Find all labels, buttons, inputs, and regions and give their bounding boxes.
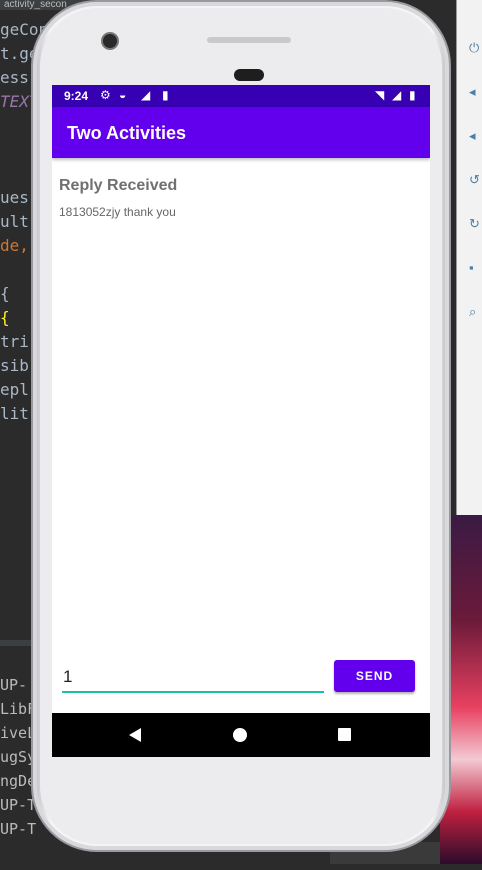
reply-header: Reply Received xyxy=(59,177,178,194)
send-button[interactable]: SEND xyxy=(334,660,415,692)
proximity-sensor xyxy=(234,69,264,81)
rotate-left-icon[interactable]: ↺ xyxy=(469,173,481,186)
emulator-toolbar: ⏻ ◂ ◂ ↺ ↻ ▪ ⌕ xyxy=(456,0,482,515)
status-time: 9:24 xyxy=(64,89,89,103)
volume-down-icon[interactable]: ◂ xyxy=(469,129,481,142)
app-bar: Two Activities xyxy=(52,107,430,158)
status-bar: 9:24 ⚙ ◒ ◢ ▮ ◥ ◢ ▮ xyxy=(52,85,430,107)
back-icon[interactable] xyxy=(129,728,141,742)
message-input[interactable] xyxy=(62,663,324,693)
cell-signal-icon: ◢ xyxy=(392,88,402,102)
signal-icon: ◢ xyxy=(141,88,151,102)
device-screen: 9:24 ⚙ ◒ ◢ ▮ ◥ ◢ ▮ Two Activities Reply … xyxy=(52,85,430,757)
reply-message: 1813052zjy thank you xyxy=(59,205,176,219)
wifi-icon: ◥ xyxy=(375,88,385,102)
earpiece-speaker xyxy=(207,37,291,43)
zoom-icon[interactable]: ⌕ xyxy=(469,305,481,318)
app-title: Two Activities xyxy=(67,123,187,143)
sd-card-icon: ▮ xyxy=(162,88,169,102)
camera-icon[interactable]: ▪ xyxy=(469,261,481,274)
volume-up-icon[interactable]: ◂ xyxy=(469,85,481,98)
home-icon[interactable] xyxy=(233,728,247,742)
battery-icon: ▮ xyxy=(409,88,416,102)
power-icon[interactable]: ⏻ xyxy=(469,41,481,54)
wifi-off-icon: ◒ xyxy=(119,88,127,102)
rotate-right-icon[interactable]: ↻ xyxy=(469,217,481,230)
recents-icon[interactable] xyxy=(338,728,351,741)
navigation-bar xyxy=(52,713,430,757)
front-camera xyxy=(103,34,117,48)
settings-icon: ⚙ xyxy=(100,88,111,102)
